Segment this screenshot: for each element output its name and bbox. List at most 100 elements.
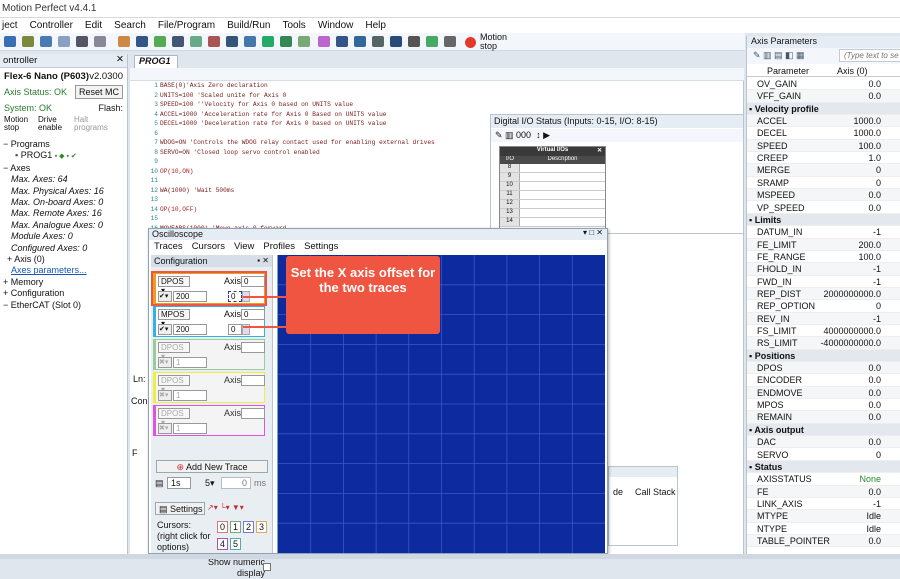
cursor-3-button[interactable]: 3: [256, 521, 267, 533]
osc-menu-traces[interactable]: Traces: [154, 241, 183, 253]
param-row[interactable]: DECEL 1000.0: [747, 127, 900, 140]
io-description[interactable]: [520, 173, 605, 181]
trace-4-scale[interactable]: 1: [173, 390, 207, 401]
param-row[interactable]: ENDMOVE 0.0: [747, 386, 900, 400]
tool-icon-11[interactable]: [298, 36, 310, 47]
param-row[interactable]: MSPEED 0.0: [747, 189, 900, 202]
tool-icon-2[interactable]: [136, 36, 148, 47]
param-row[interactable]: REV_IN -1: [747, 312, 900, 325]
tree-ethercat[interactable]: − EtherCAT (Slot 0): [3, 300, 127, 311]
trace-3-scale[interactable]: 1: [173, 357, 207, 368]
param-row[interactable]: DAC 0.0: [747, 436, 900, 449]
param-row[interactable]: DATUM_IN -1: [747, 226, 900, 239]
param-row[interactable]: FE_RANGE 100.0: [747, 251, 900, 264]
trace-3-param[interactable]: DPOS ▾: [158, 342, 190, 361]
trace-4-scale-icon[interactable]: ✖▾: [158, 390, 172, 401]
tool-icon-5[interactable]: [190, 36, 202, 47]
timebase-value[interactable]: 1s: [167, 477, 191, 489]
param-row[interactable]: SPEED 100.0: [747, 139, 900, 153]
reset-mc-button[interactable]: Reset MC: [74, 85, 123, 99]
tool-icon-16[interactable]: [390, 36, 402, 47]
param-section[interactable]: ▪ Velocity profile: [747, 102, 900, 116]
io-description[interactable]: [520, 209, 605, 217]
tool-icon-14[interactable]: [354, 36, 366, 47]
param-row[interactable]: FE_LIMIT 200.0: [747, 238, 900, 251]
trace-1-param[interactable]: DPOS ▾: [158, 276, 190, 295]
show-numeric-checkbox[interactable]: [263, 563, 271, 571]
connect-icon[interactable]: [22, 36, 34, 47]
param-row[interactable]: SERVO 0: [747, 449, 900, 461]
param-row[interactable]: MTYPE Idle: [747, 510, 900, 523]
scope-settings-button[interactable]: ▤ Settings: [155, 502, 205, 515]
osc-menu-view[interactable]: View: [234, 241, 254, 253]
trace-2-scale-icon[interactable]: ✔▾: [158, 324, 172, 335]
tool-icon-6[interactable]: [208, 36, 220, 47]
tool-icon-7[interactable]: [226, 36, 238, 47]
param-row[interactable]: REP_DIST 2000000000.0: [747, 287, 900, 301]
param-row[interactable]: NTYPE Idle: [747, 523, 900, 535]
tool-icon-15[interactable]: [372, 36, 384, 47]
trace-2-param[interactable]: MPOS ▾: [158, 309, 190, 328]
trace-5-scale-icon[interactable]: ✖▾: [158, 423, 172, 434]
motion-stop-button[interactable]: Motion stop: [465, 33, 515, 51]
tool-icon-12[interactable]: [318, 36, 330, 47]
tool-icon-10[interactable]: [280, 36, 292, 47]
param-row[interactable]: DPOS 0.0: [747, 362, 900, 375]
menu-edit[interactable]: Edit: [79, 18, 108, 33]
trace-4-axis[interactable]: [241, 375, 265, 386]
param-row[interactable]: REP_OPTION 0: [747, 300, 900, 313]
tool-icon-13[interactable]: [336, 36, 348, 47]
trace-1-scale-icon[interactable]: ✔▾: [158, 291, 172, 302]
menu-controller[interactable]: Controller: [24, 18, 79, 33]
pin-icon[interactable]: ▪ ✕: [257, 255, 269, 267]
menu-window[interactable]: Window: [312, 18, 360, 33]
trace-1-scale[interactable]: 200: [173, 291, 207, 302]
param-row[interactable]: FWD_IN -1: [747, 276, 900, 288]
tree-programs[interactable]: − Programs: [3, 139, 127, 150]
trace-2-scale[interactable]: 200: [173, 324, 207, 335]
osc-menu-cursors[interactable]: Cursors: [192, 241, 225, 253]
trace-5-param[interactable]: DPOS ▾: [158, 408, 190, 427]
param-section[interactable]: ▪ Limits: [747, 213, 900, 227]
param-section[interactable]: ▪ Axis output: [747, 423, 900, 437]
trace-1-axis[interactable]: 0: [241, 276, 265, 287]
save-icon[interactable]: [4, 36, 16, 47]
tool-icon-8[interactable]: [244, 36, 256, 47]
terminal-icon[interactable]: [58, 36, 70, 47]
samples-value[interactable]: 0: [221, 477, 251, 489]
menu-file-program[interactable]: File/Program: [152, 18, 221, 33]
tool-icon-19[interactable]: [444, 36, 456, 47]
add-new-trace-button[interactable]: ⊕ Add New Trace: [156, 460, 268, 473]
close-icon[interactable]: ✕: [116, 54, 124, 65]
tool-icon-4[interactable]: [172, 36, 184, 47]
trace-5-scale[interactable]: 1: [173, 423, 207, 434]
param-row[interactable]: FHOLD_IN -1: [747, 263, 900, 276]
param-row[interactable]: FS_LIMIT 4000000000.0: [747, 325, 900, 338]
cursor-2-button[interactable]: 2: [243, 521, 254, 533]
cursor-0-button[interactable]: 0: [217, 521, 228, 533]
io-description[interactable]: [520, 191, 605, 199]
cursor-1-button[interactable]: 1: [230, 521, 241, 533]
drive-enable-ctrl[interactable]: Drive enable: [38, 116, 70, 132]
panel-icon[interactable]: [94, 36, 106, 47]
param-row[interactable]: SRAMP 0: [747, 177, 900, 190]
tool-icon-3[interactable]: [154, 36, 166, 47]
cursor-4-button[interactable]: 4: [217, 538, 228, 550]
cursor-5-button[interactable]: 5: [230, 538, 241, 550]
tree-axis0[interactable]: + Axis (0): [3, 254, 127, 265]
param-row[interactable]: CREEP 1.0: [747, 152, 900, 165]
param-section[interactable]: ▪ Status: [747, 460, 900, 474]
param-row[interactable]: MERGE 0: [747, 164, 900, 177]
tool-icon-1[interactable]: [118, 36, 130, 47]
osc-menu-settings[interactable]: Settings: [304, 241, 338, 253]
param-row[interactable]: ACCEL 1000.0: [747, 115, 900, 128]
close-icon[interactable]: ✕: [597, 147, 602, 154]
menu-search[interactable]: Search: [108, 18, 152, 33]
io-description[interactable]: [520, 200, 605, 208]
tree-axes[interactable]: − Axes: [3, 163, 127, 174]
menu-tools[interactable]: Tools: [276, 18, 311, 33]
tool-icon-9[interactable]: [262, 36, 274, 47]
tool-icon-18[interactable]: [426, 36, 438, 47]
motion-stop-ctrl[interactable]: Motion stop: [4, 116, 34, 132]
menu-help[interactable]: Help: [359, 18, 392, 33]
